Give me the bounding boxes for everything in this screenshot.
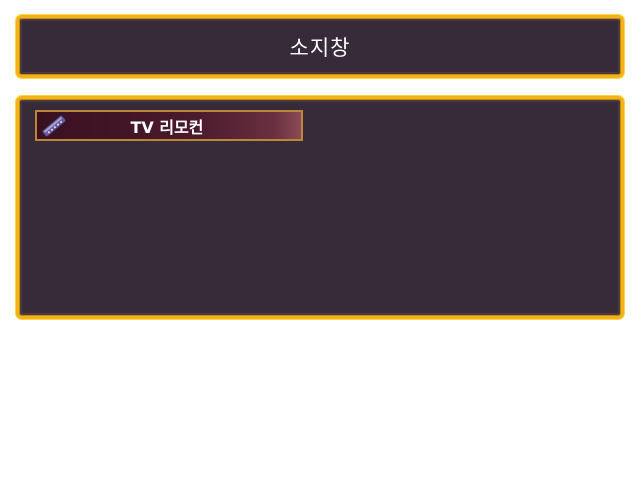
inventory-item-label: TV 리모컨 — [130, 117, 204, 137]
tv-remote-icon — [41, 114, 67, 138]
title-panel: 소지창 — [16, 15, 624, 78]
inventory-title: 소지창 — [289, 35, 351, 60]
inventory-item-tv-remote[interactable]: TV 리모컨 — [35, 110, 303, 141]
inventory-panel: TV 리모컨 — [16, 96, 624, 319]
